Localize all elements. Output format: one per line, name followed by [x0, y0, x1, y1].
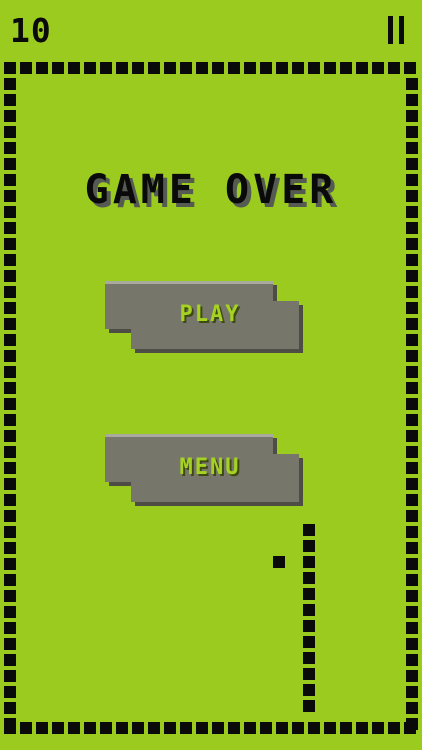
food-pellet: [273, 556, 285, 568]
playfield-border: [4, 62, 418, 734]
play-button-label: PLAY PLAY: [105, 281, 315, 349]
menu-button[interactable]: MENU MENU: [105, 434, 305, 508]
play-label-text: PLAY: [179, 302, 241, 327]
menu-button-label: MENU MENU: [105, 434, 315, 502]
play-button[interactable]: PLAY PLAY: [105, 281, 305, 355]
snake-body: [303, 524, 315, 712]
game-over-title-text: GAME OVER: [84, 167, 338, 213]
game-screen: 10 GAME OVER GAME OVER PLAY PLAY MENU ME…: [0, 0, 422, 750]
game-over-title: GAME OVER GAME OVER: [0, 167, 422, 217]
menu-label-text: MENU: [179, 455, 241, 480]
